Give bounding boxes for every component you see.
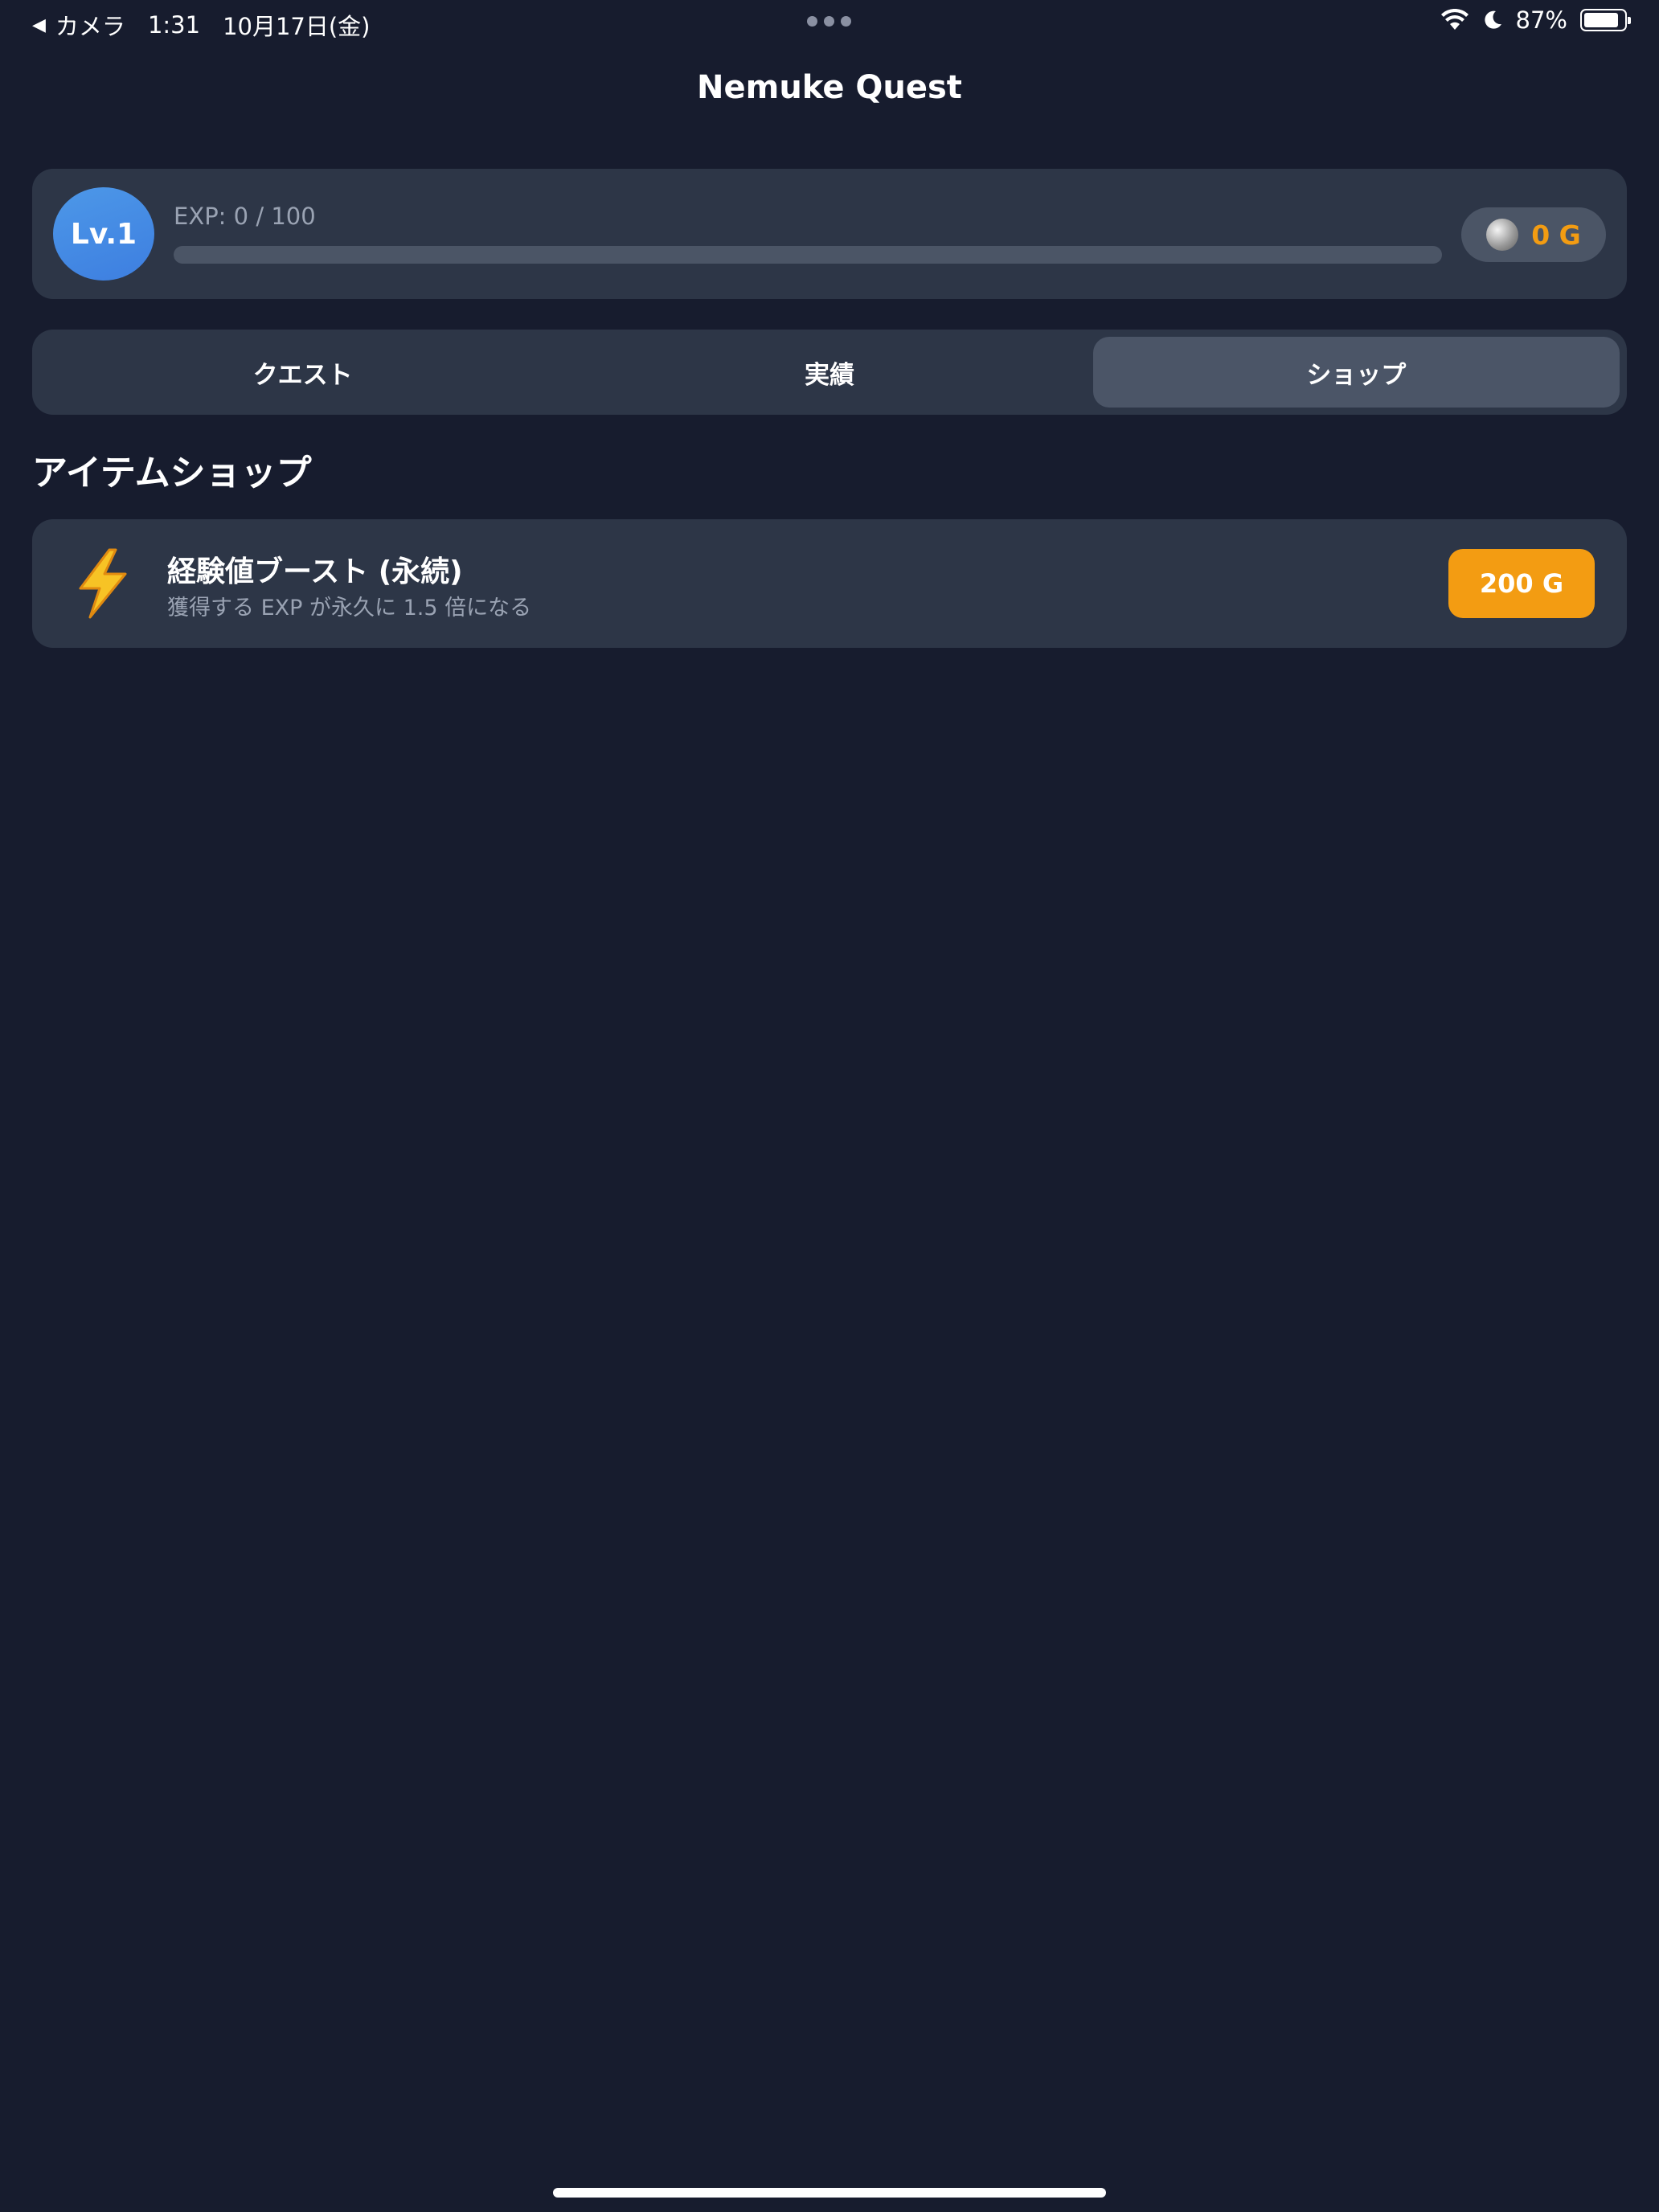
back-arrow-icon[interactable]: ◀: [32, 15, 46, 35]
section-title: アイテムショップ: [32, 453, 312, 494]
shop-item: 経験値ブースト (永続) 獲得する EXP が永久に 1.5 倍になる 200 …: [32, 519, 1627, 648]
tab-quest[interactable]: クエスト: [39, 337, 566, 408]
status-bar: ◀ カメラ 1:31 10月17日(金) 87%: [0, 0, 1659, 45]
buy-button[interactable]: 200 G: [1448, 549, 1595, 618]
exp-label: EXP: 0 / 100: [174, 203, 316, 230]
exp-progress-bar: [174, 246, 1442, 264]
level-badge: Lv.1: [53, 187, 154, 281]
status-date: 10月17日(金): [223, 13, 371, 40]
tab-achievements[interactable]: 実績: [566, 337, 1092, 408]
back-app-label[interactable]: カメラ: [55, 8, 125, 42]
battery-icon: [1580, 9, 1631, 31]
item-description: 獲得する EXP が永久に 1.5 倍になる: [167, 596, 532, 621]
wifi-icon: [1440, 9, 1469, 30]
gold-balance: 0 G: [1461, 207, 1606, 262]
moon-icon: [1484, 10, 1501, 29]
home-indicator[interactable]: [553, 2188, 1106, 2198]
coin-icon: [1486, 219, 1519, 251]
multitasking-dots-icon[interactable]: [807, 16, 851, 27]
item-name: 経験値ブースト (永続): [167, 555, 463, 588]
status-right: 87%: [1440, 6, 1631, 34]
lightning-icon: [79, 548, 127, 619]
app-title: Nemuke Quest: [697, 69, 962, 106]
battery-percent: 87%: [1515, 6, 1567, 34]
tab-shop[interactable]: ショップ: [1092, 337, 1620, 408]
gold-amount: 0 G: [1531, 219, 1581, 251]
status-left: ◀ カメラ 1:31 10月17日(金): [32, 8, 371, 42]
status-time: 1:31: [147, 11, 201, 39]
tab-bar: クエスト 実績 ショップ: [32, 330, 1627, 415]
battery-level-fill: [1584, 13, 1618, 27]
player-status-card: Lv.1 EXP: 0 / 100 0 G: [32, 169, 1627, 299]
